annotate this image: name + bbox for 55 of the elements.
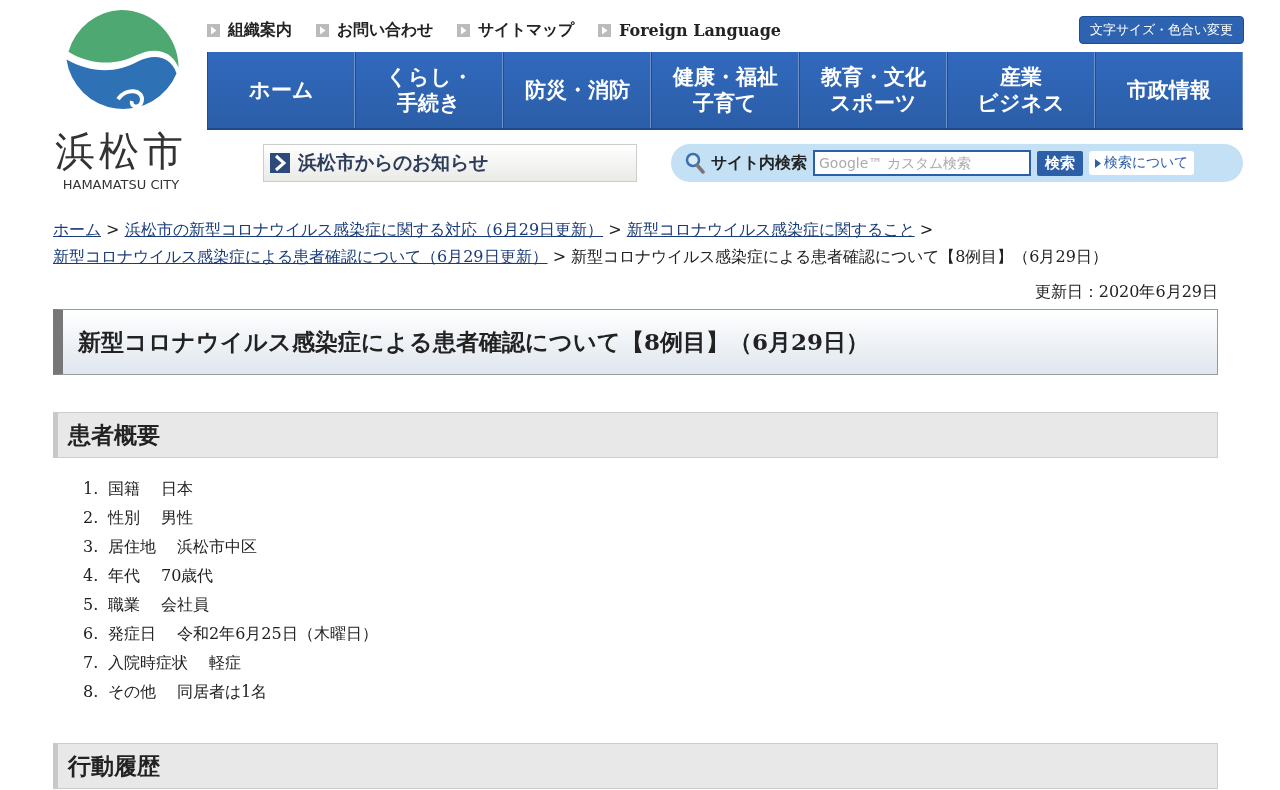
- breadcrumb-link[interactable]: 新型コロナウイルス感染症に関すること: [626, 220, 915, 239]
- list-number: 6.: [83, 623, 100, 645]
- item-label: 居住地: [108, 536, 156, 558]
- item-value: 会社員: [161, 594, 209, 616]
- list-number: 2.: [83, 507, 100, 529]
- section-heading: 患者概要: [53, 412, 1218, 458]
- search-button[interactable]: 検索: [1037, 150, 1083, 176]
- search-help-link[interactable]: 検索について: [1089, 151, 1194, 175]
- display-settings-button[interactable]: 文字サイズ・色合い変更: [1079, 16, 1244, 44]
- triangle-icon: [1095, 158, 1101, 168]
- item-label: 性別: [108, 507, 140, 529]
- item-value: 日本: [161, 478, 193, 500]
- list-number: 4.: [83, 565, 100, 587]
- section-heading: 行動履歴: [53, 743, 1218, 789]
- nav-menu-item[interactable]: 防災・消防: [503, 52, 651, 128]
- item-value: 浜松市中区: [177, 536, 257, 558]
- logo-subtitle: HAMAMATSU CITY: [62, 177, 180, 192]
- list-number: 1.: [83, 478, 100, 500]
- item-label: 国籍: [108, 478, 140, 500]
- list-number: 3.: [83, 536, 100, 558]
- search-field[interactable]: Google™ カスタム検索: [813, 150, 1031, 176]
- item-label: その他: [108, 681, 156, 703]
- item-value: 軽症: [209, 652, 241, 674]
- breadcrumb: ホーム > 浜松市の新型コロナウイルス感染症に関する対応（6月29日更新） > 新型コロナウイルス感染症に関すること > 新型コロナウイルス感染症による患者確認について（6月29日更新） > 新型コロナウイルス感染症による患者確認について【8例目】（6月29日）: [53, 219, 1109, 268]
- notice-link[interactable]: 浜松市からのお知らせ: [263, 144, 637, 182]
- nav-menu-item[interactable]: 健康・福祉 子育て: [651, 52, 799, 128]
- item-value: 男性: [161, 507, 193, 529]
- breadcrumb-link[interactable]: ホーム: [53, 220, 101, 239]
- list-number: 7.: [83, 652, 100, 674]
- item-label: 職業: [108, 594, 140, 616]
- logo-text: 浜松市: [55, 131, 187, 171]
- breadcrumb-link[interactable]: 新型コロナウイルス感染症による患者確認について（6月29日更新）: [53, 247, 548, 266]
- page-title: 新型コロナウイルス感染症による患者確認について【8例目】（6月29日）: [53, 309, 1218, 375]
- utility-link[interactable]: 組織案内: [207, 19, 292, 41]
- list-number: 5.: [83, 594, 100, 616]
- nav-menu-item[interactable]: 教育・文化 スポーツ: [799, 52, 947, 128]
- item-label: 入院時症状: [108, 652, 188, 674]
- breadcrumb-link[interactable]: 浜松市の新型コロナウイルス感染症に関する対応（6月29日更新）: [124, 220, 604, 239]
- item-value: 70歳代: [161, 565, 214, 587]
- nav-menu-item[interactable]: くらし・ 手続き: [355, 52, 503, 128]
- updated-date: 更新日：2020年6月29日: [1033, 282, 1218, 303]
- item-label: 発症日: [108, 623, 156, 645]
- nav-menu-item[interactable]: ホーム: [207, 52, 355, 128]
- nav-menu-item[interactable]: 市政情報: [1095, 52, 1243, 128]
- list-number: 8.: [83, 681, 100, 703]
- search-icon: [685, 152, 705, 174]
- logo-emblem-icon[interactable]: [66, 10, 179, 109]
- utility-link[interactable]: サイトマップ: [457, 19, 574, 41]
- nav-menu-item[interactable]: 産業 ビジネス: [947, 52, 1095, 128]
- utility-link[interactable]: Foreign Language: [598, 19, 782, 41]
- search-label: サイト内検索: [711, 152, 807, 174]
- item-value: 同居者は1名: [177, 681, 268, 703]
- item-value: 令和2年6月25日（木曜日）: [177, 623, 378, 645]
- item-label: 年代: [108, 565, 140, 587]
- utility-link[interactable]: お問い合わせ: [316, 19, 433, 41]
